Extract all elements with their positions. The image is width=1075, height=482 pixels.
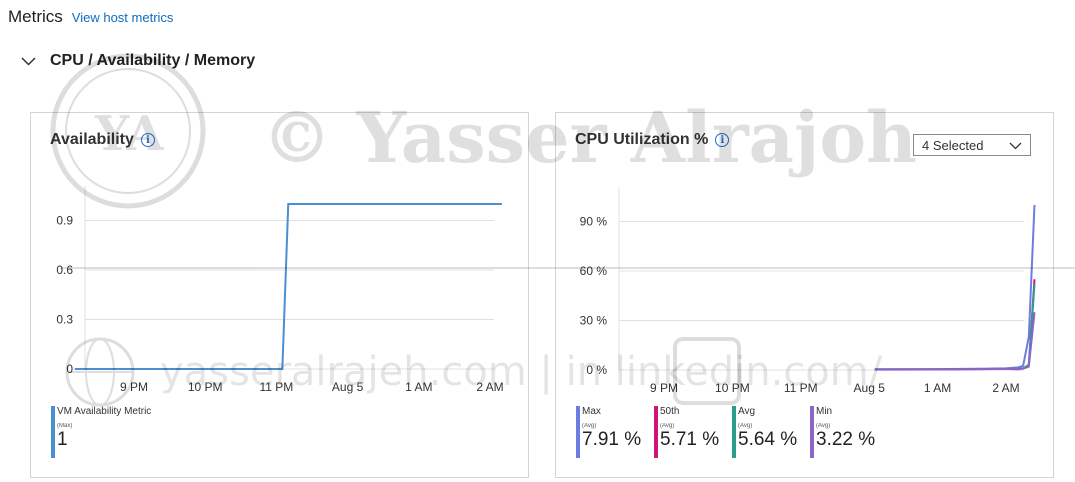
y-tick-label: 0 [66, 362, 73, 376]
legend-value: 7.91 % [582, 429, 642, 450]
legend-series-name: 50th [660, 406, 680, 417]
legend-color-swatch [576, 406, 580, 458]
legend-item-availability[interactable]: VM Availability Metric (Max) 1 [51, 406, 151, 458]
legend-series-name: Avg [738, 406, 756, 417]
series-line-avg[interactable] [874, 284, 1036, 371]
series-line-max[interactable] [874, 204, 1036, 371]
legend-value: 3.22 % [816, 429, 876, 450]
legend-value: 1 [57, 429, 68, 450]
x-tick-label: 9 PM [650, 381, 678, 395]
y-tick-label: 90 % [580, 215, 608, 229]
view-host-metrics-link[interactable]: View host metrics [72, 10, 174, 25]
section-toggle[interactable]: CPU / Availability / Memory [21, 52, 255, 70]
legend-color-swatch [810, 406, 814, 458]
legend-item-min[interactable]: Min (Avg) 3.22 % [810, 406, 875, 458]
page-title: Metrics [8, 7, 63, 26]
series-line-50th[interactable] [874, 279, 1036, 371]
legend-color-swatch [732, 406, 736, 458]
legend-series-name: VM Availability Metric [57, 406, 152, 417]
y-tick-label: 60 % [580, 264, 608, 278]
y-tick-label: 0 % [586, 363, 607, 377]
section-title: CPU / Availability / Memory [50, 52, 256, 69]
x-tick-label: 2 AM [476, 380, 503, 394]
legend-series-name: Max [582, 406, 601, 417]
x-tick-label: 11 PM [784, 381, 818, 395]
x-tick-label: 10 PM [715, 381, 750, 395]
x-tick-label: Aug 5 [332, 380, 364, 394]
x-tick-label: 10 PM [188, 380, 223, 394]
legend-aggregation: (Max) [57, 423, 73, 429]
x-tick-label: 9 PM [120, 380, 148, 394]
x-tick-label: 1 AM [405, 380, 432, 394]
availability-chart-card[interactable]: Availability i 0.9 0.6 0.3 0 9 PM 10 PM 11 PM… [30, 112, 529, 478]
cpu-chart-card[interactable]: CPU Utilization % i 4 Selected 90 % 60 % 3… [555, 112, 1054, 478]
x-tick-label: 2 AM [992, 381, 1019, 395]
legend-series-name: Min [816, 406, 833, 417]
y-tick-label: 0.6 [56, 263, 73, 277]
y-tick-label: 30 % [580, 314, 608, 328]
metrics-header: Metrics View host metrics [8, 7, 173, 27]
legend-value: 5.71 % [660, 429, 720, 450]
x-tick-label: 11 PM [260, 380, 294, 394]
legend-item-50th[interactable]: 50th (Avg) 5.71 % [654, 406, 719, 458]
legend-color-swatch [654, 406, 658, 458]
series-line-vm-availability-metric[interactable] [74, 203, 502, 370]
y-tick-label: 0.9 [56, 214, 73, 228]
legend-value: 5.64 % [738, 429, 798, 450]
legend-item-max[interactable]: Max (Avg) 7.91 % [576, 406, 641, 458]
legend-color-swatch [51, 406, 55, 458]
x-tick-label: Aug 5 [854, 381, 886, 395]
chevron-down-icon [21, 56, 36, 66]
x-tick-label: 1 AM [924, 381, 951, 395]
y-tick-label: 0.3 [56, 313, 73, 327]
legend-item-avg[interactable]: Avg (Avg) 5.64 % [732, 406, 797, 458]
